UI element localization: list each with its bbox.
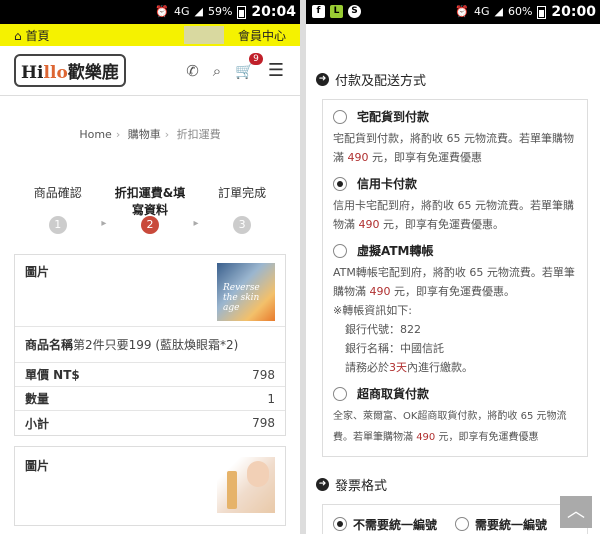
right-screen: f L S ⏰ 4G ◢ 60% 20:00 ➜ 付款及配送方式 宅配貨到付款 … xyxy=(300,0,600,534)
radio-cvs[interactable] xyxy=(333,386,347,401)
header-actions: ✆ ⌕ 🛒 9 ☰ xyxy=(186,52,284,81)
status-bar: f L S ⏰ 4G ◢ 60% 20:00 xyxy=(306,0,600,24)
member-center-link[interactable]: 會員中心 xyxy=(238,27,286,44)
left-screen: ⏰ 4G ◢ 59% 20:04 ⌂ 首頁 會員中心 Hillo歡樂鹿 ✆ ⌕ … xyxy=(0,0,300,534)
step-2: 折扣運費&填寫資料 2 xyxy=(110,184,190,234)
item-qty-row: 數量 1 xyxy=(15,387,285,411)
alarm-icon: ⏰ xyxy=(455,5,469,18)
status-indicators: ⏰ 4G ◢ 59% 20:04 xyxy=(155,4,296,20)
line-icon: L xyxy=(330,5,343,18)
payment-option-credit: 信用卡付款 信用卡宅配到府，將酌收 65 元物流費。若單筆購物滿 490 元，即… xyxy=(333,176,574,231)
status-indicators: ⏰ 4G ◢ 60% 20:00 xyxy=(455,4,596,20)
cart-item-1: 圖片 Reverse the skin age 商品名稱第2件只要199 (藍肽… xyxy=(14,254,286,436)
payment-section-title: ➜ 付款及配送方式 xyxy=(316,70,600,89)
item-name-row: 商品名稱第2件只要199 (藍肽煥眼霜*2) xyxy=(15,327,285,363)
circle-arrow-right-icon: ➜ xyxy=(316,73,329,86)
menu-icon[interactable]: ☰ xyxy=(268,60,284,81)
network-label: 4G xyxy=(173,5,190,18)
breadcrumb-cart[interactable]: 購物車 xyxy=(128,128,161,141)
radio-no-tax-id[interactable] xyxy=(333,517,347,531)
item-price-row: 單價 NT$ 798 xyxy=(15,363,285,387)
alarm-icon: ⏰ xyxy=(155,5,169,18)
skype-icon: S xyxy=(348,5,361,18)
top-nav: ⌂ 首頁 會員中心 xyxy=(0,24,300,46)
clock: 20:00 xyxy=(551,4,596,20)
radio-cod[interactable] xyxy=(333,109,347,124)
item-image-row: 圖片 Reverse the skin age xyxy=(15,255,285,327)
cart-icon[interactable]: 🛒 9 xyxy=(235,52,263,80)
status-bar: ⏰ 4G ◢ 59% 20:04 xyxy=(0,0,300,24)
search-icon[interactable]: ⌕ xyxy=(213,62,221,80)
chevron-up-icon[interactable]: ︿ xyxy=(560,496,592,528)
facebook-icon: f xyxy=(312,5,325,18)
home-link[interactable]: ⌂ 首頁 xyxy=(14,27,49,44)
battery-percent: 60% xyxy=(507,5,533,18)
brand-bar: Hillo歡樂鹿 ✆ ⌕ 🛒 9 ☰ xyxy=(0,46,300,96)
site-logo[interactable]: Hillo歡樂鹿 xyxy=(14,54,126,87)
battery-icon xyxy=(237,5,247,19)
product-image[interactable]: Reverse the skin age xyxy=(217,263,275,321)
payment-option-atm: 虛擬ATM轉帳 ATM轉帳宅配到府，將酌收 65 元物流費。若單筆購物滿 490… xyxy=(333,243,575,374)
home-icon: ⌂ xyxy=(14,28,22,43)
item-subtotal-row: 小計 798 xyxy=(25,416,275,431)
product-image[interactable] xyxy=(217,457,275,513)
signal-icon: ◢ xyxy=(194,5,203,18)
chevron-right-icon: ▸ xyxy=(193,218,199,229)
cart-badge: 9 xyxy=(249,52,263,65)
battery-icon xyxy=(537,5,547,19)
clock: 20:04 xyxy=(251,4,296,20)
signal-icon: ◢ xyxy=(494,5,503,18)
payment-option-cvs: 超商取貨付款 全家、萊爾富、OK超商取貨付款，將酌收 65 元物流費。若單筆購物… xyxy=(333,386,567,443)
network-label: 4G xyxy=(473,5,490,18)
invoice-options: 不需要統一編號 需要統一編號 xyxy=(322,504,588,534)
redacted-block xyxy=(183,26,224,44)
payment-options: 宅配貨到付款 宅配貨到付款，將酌收 65 元物流費。若單筆購物滿 490 元，即… xyxy=(322,99,588,457)
breadcrumb-home[interactable]: Home xyxy=(79,128,111,141)
radio-atm[interactable] xyxy=(333,243,347,258)
phone-icon[interactable]: ✆ xyxy=(186,62,199,80)
circle-arrow-right-icon: ➜ xyxy=(316,478,329,491)
invoice-section-title: ➜ 發票格式 xyxy=(316,475,600,494)
breadcrumb-current: 折扣運費 xyxy=(176,128,221,141)
notification-icons: f L S xyxy=(312,5,361,18)
payment-option-cod: 宅配貨到付款 宅配貨到付款，將酌收 65 元物流費。若單筆購物滿 490 元，即… xyxy=(333,109,574,164)
radio-credit-card[interactable] xyxy=(333,176,347,191)
step-1: 商品確認 1 xyxy=(18,184,98,234)
step-3: 訂單完成 3 xyxy=(202,184,282,234)
chevron-right-icon: ▸ xyxy=(101,218,107,229)
checkout-steps: 商品確認 1 ▸ 折扣運費&填寫資料 2 ▸ 訂單完成 3 xyxy=(0,184,300,234)
battery-percent: 59% xyxy=(207,5,233,18)
breadcrumb: Home › 購物車 › 折扣運費 xyxy=(79,128,221,141)
radio-tax-id[interactable] xyxy=(455,517,470,531)
cart-item-2: 圖片 xyxy=(14,446,286,526)
